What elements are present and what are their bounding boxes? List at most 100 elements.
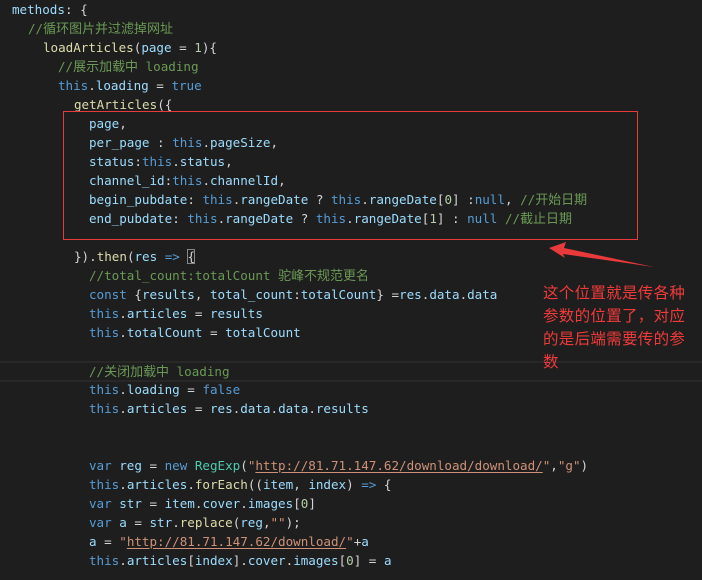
- code-token: loadArticles: [43, 40, 134, 55]
- code-line[interactable]: var reg = new RegExp("http://81.71.147.6…: [0, 456, 702, 475]
- code-line[interactable]: page,: [0, 114, 702, 133]
- code-token: status: [89, 154, 135, 169]
- code-token: .: [119, 306, 127, 321]
- code-text: loadArticles(page = 1){: [43, 38, 217, 57]
- code-token: this: [331, 192, 362, 207]
- code-token: this: [89, 553, 120, 568]
- code-line[interactable]: this.loading = true: [0, 76, 702, 95]
- code-token: =: [96, 534, 120, 549]
- code-token: data: [240, 401, 271, 416]
- code-token: 1: [429, 211, 437, 226]
- code-token: :: [134, 154, 142, 169]
- code-token: page: [89, 116, 120, 131]
- code-text: this.articles.forEach((item, index) => {: [89, 475, 392, 494]
- code-token: );: [285, 515, 301, 530]
- code-token: 循环图片并过滤掉网址: [43, 22, 173, 37]
- code-token: ): [346, 477, 362, 492]
- code-text: //关闭加载中 loading: [89, 363, 230, 381]
- code-token: this: [89, 401, 120, 416]
- code-token: (: [126, 249, 135, 264]
- code-token: loading: [95, 78, 149, 93]
- code-token: ): [580, 458, 589, 473]
- code-token: results: [315, 401, 369, 416]
- code-token: ,: [262, 515, 271, 530]
- code-token: =>: [361, 477, 377, 492]
- code-token: articles: [126, 553, 188, 568]
- code-text: begin_pubdate: this.rangeDate ? this.ran…: [89, 190, 587, 210]
- code-token: total_count: [210, 287, 294, 302]
- code-text: this.loading = true: [58, 76, 202, 95]
- code-line[interactable]: a = "http://81.71.147.62/download/"+a: [0, 532, 702, 551]
- code-token: a: [89, 534, 97, 549]
- code-token: articles: [126, 401, 188, 416]
- code-token: const: [89, 287, 127, 302]
- code-token: this: [172, 135, 203, 150]
- code-token: .: [361, 192, 369, 207]
- code-line[interactable]: this.loading = false: [0, 380, 702, 399]
- code-token: this: [58, 78, 89, 93]
- code-token: rangeDate: [240, 192, 309, 207]
- code-line[interactable]: this.articles[index].cover.images[0] = a: [0, 551, 702, 570]
- code-token: articles: [126, 306, 188, 321]
- code-token: ].: [232, 553, 248, 568]
- code-line[interactable]: this.articles.forEach((item, index) => {: [0, 475, 702, 494]
- code-text: //total_count:totalCount 驼峰不规范更名: [89, 266, 369, 286]
- code-line[interactable]: begin_pubdate: this.rangeDate ? this.ran…: [0, 190, 702, 209]
- code-line[interactable]: per_page : this.pageSize,: [0, 133, 702, 152]
- code-token: .: [119, 553, 127, 568]
- code-token: data: [429, 287, 460, 302]
- code-token: http://81.71.147.62/download/download/: [255, 458, 543, 473]
- code-line[interactable]: //循环图片并过滤掉网址: [0, 19, 702, 38]
- code-token: =: [126, 515, 150, 530]
- code-token: .: [172, 515, 180, 530]
- code-line[interactable]: var str = item.cover.images[0]: [0, 494, 702, 513]
- code-text: this.loading = false: [89, 380, 240, 399]
- code-line[interactable]: loadArticles(page = 1){: [0, 38, 702, 57]
- code-token: this: [89, 477, 120, 492]
- code-token: .: [346, 211, 354, 226]
- code-token: res: [210, 401, 233, 416]
- code-token: var: [89, 458, 112, 473]
- code-line[interactable]: status:this.status,: [0, 152, 702, 171]
- code-token: ] =: [353, 553, 384, 568]
- code-line[interactable]: end_pubdate: this.rangeDate ? this.range…: [0, 209, 702, 228]
- code-token: {: [126, 287, 142, 302]
- code-token: //: [504, 211, 521, 226]
- code-token: this: [89, 382, 120, 397]
- code-token: begin_pubdate: [89, 192, 188, 207]
- code-text: this.articles[index].cover.images[0] = a: [89, 551, 392, 570]
- code-token: .: [240, 496, 248, 511]
- code-token: //: [520, 192, 536, 207]
- code-token: =: [141, 496, 165, 511]
- code-line[interactable]: channel_id:this.channelId,: [0, 171, 702, 190]
- code-token: [: [187, 553, 195, 568]
- code-token: //: [58, 59, 74, 74]
- code-line[interactable]: //展示加载中 loading: [0, 57, 702, 76]
- code-line[interactable]: var a = str.replace(reg,"");: [0, 513, 702, 532]
- code-token: this: [315, 211, 347, 226]
- code-text: channel_id:this.channelId,: [89, 171, 286, 190]
- code-line[interactable]: getArticles({: [0, 95, 702, 114]
- code-token: 0: [346, 553, 354, 568]
- code-token: [: [293, 496, 301, 511]
- code-token: ?: [293, 211, 316, 226]
- code-token: .: [119, 382, 127, 397]
- code-text: var reg = new RegExp("http://81.71.147.6…: [89, 456, 588, 475]
- code-token: :: [172, 211, 188, 226]
- code-line[interactable]: this.articles = res.data.data.results: [0, 399, 702, 418]
- code-token: pageSize: [210, 135, 271, 150]
- code-token: item: [262, 477, 294, 492]
- code-text: this.totalCount = totalCount: [89, 323, 301, 342]
- code-token: index: [308, 477, 347, 492]
- code-token: loading: [138, 59, 199, 74]
- code-text: const {results, total_count:totalCount} …: [89, 285, 497, 304]
- code-token: str: [119, 496, 142, 511]
- code-token: cover: [202, 496, 241, 511]
- code-token: ,: [550, 458, 558, 473]
- code-text: //循环图片并过滤掉网址: [28, 19, 173, 39]
- code-text: status:this.status,: [89, 152, 233, 171]
- code-token: totalCount: [126, 325, 203, 340]
- code-token: data: [467, 287, 498, 302]
- code-line[interactable]: methods: {: [0, 0, 702, 19]
